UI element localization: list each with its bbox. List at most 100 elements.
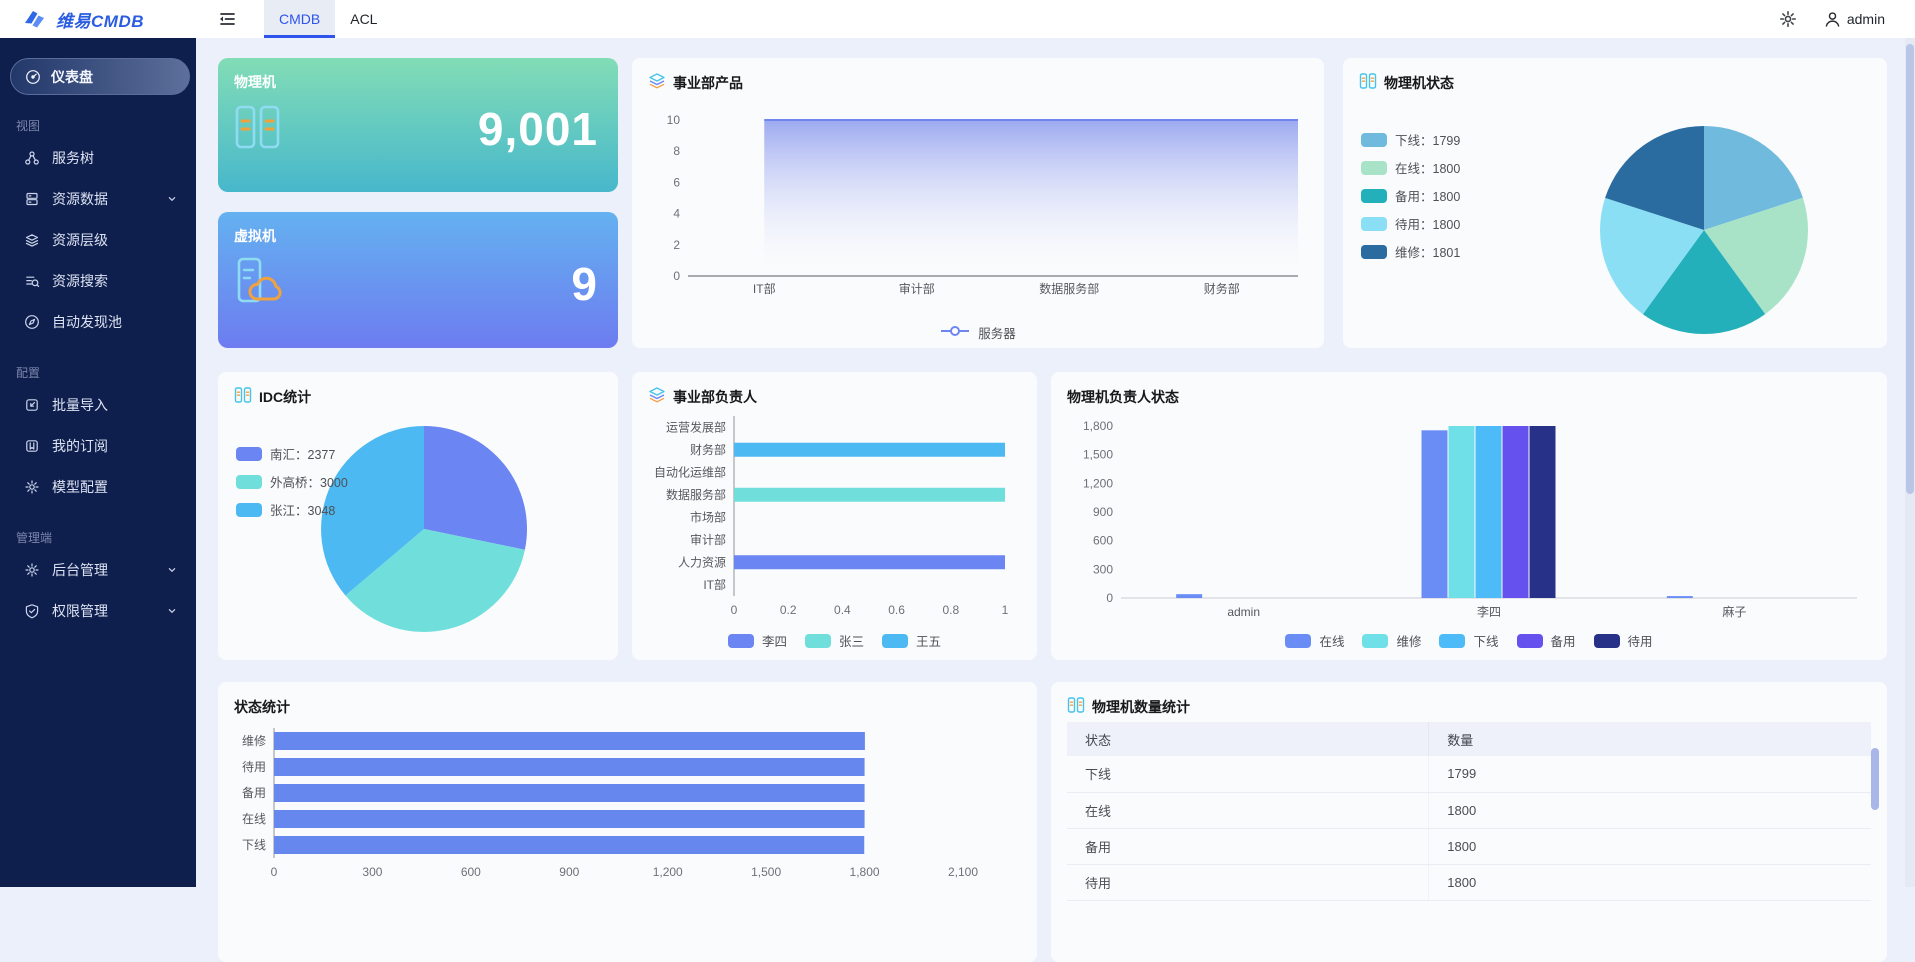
- sidebar-item-model-config[interactable]: 模型配置: [0, 466, 196, 507]
- pie-slice-南汇: [424, 426, 527, 550]
- svg-text:待用: 待用: [242, 760, 266, 774]
- sidebar-item-batch-import[interactable]: 批量导入: [0, 384, 196, 425]
- sidebar-section-label: 视图: [16, 115, 196, 137]
- main-content: 物理机 9,001 虚拟机 9 事业部产品 0246810IT部审计部数据服务部…: [196, 38, 1915, 887]
- legend-item[interactable]: 外高桥：3000: [236, 472, 348, 491]
- sidebar-item-admin-backend[interactable]: 后台管理: [0, 549, 196, 590]
- svg-text:600: 600: [1093, 534, 1113, 548]
- svg-text:下线: 下线: [242, 838, 266, 852]
- legend-item[interactable]: 待用：1800: [1361, 214, 1460, 233]
- stat-card-value: 9,001: [478, 102, 598, 156]
- legend-swatch: [1439, 634, 1465, 648]
- bar-数据服务部: [734, 488, 1005, 502]
- server-rack-icon: [234, 386, 252, 409]
- legend-swatch: [1361, 161, 1387, 175]
- legend-item[interactable]: 张江：3048: [236, 500, 348, 519]
- bar-待用: [274, 758, 865, 776]
- legend-item[interactable]: 备用: [1517, 631, 1576, 650]
- sidebar-item-label: 资源搜索: [52, 271, 108, 291]
- svg-text:0: 0: [271, 865, 278, 879]
- svg-text:1: 1: [1002, 603, 1009, 617]
- table-scrollbar-thumb[interactable]: [1871, 748, 1879, 810]
- app-logo[interactable]: 维易CMDB: [0, 7, 196, 32]
- legend-item[interactable]: 下线: [1439, 631, 1498, 650]
- svg-text:财务部: 财务部: [1204, 281, 1240, 296]
- physical-server-icon: [234, 104, 284, 155]
- legend-item[interactable]: 服务器: [940, 323, 1016, 342]
- legend-item[interactable]: 在线: [1285, 631, 1344, 650]
- bar-admin-在线: [1176, 594, 1202, 598]
- chevron-down-icon: [166, 605, 178, 617]
- card-title-text: 事业部负责人: [673, 387, 757, 407]
- auto-discovery-icon: [24, 314, 40, 330]
- legend-item[interactable]: 维修: [1362, 631, 1421, 650]
- page-scrollbar-thumb[interactable]: [1906, 44, 1914, 494]
- sidebar-item-resource-search[interactable]: 资源搜索: [0, 260, 196, 301]
- bar-麻子-在线: [1667, 596, 1693, 598]
- chart-legend: 下线：1799 在线：1800 备用：1800 待用：1800 维修：1801: [1361, 130, 1460, 261]
- legend-item[interactable]: 待用: [1594, 631, 1653, 650]
- table-cell: 在线: [1067, 792, 1429, 828]
- legend-item[interactable]: 维修：1801: [1361, 242, 1460, 261]
- bar-李四-下线: [1476, 426, 1502, 598]
- sidebar-item-label: 批量导入: [52, 395, 108, 415]
- tab-acl[interactable]: ACL: [335, 0, 392, 38]
- svg-text:1,200: 1,200: [1083, 476, 1113, 490]
- legend-item[interactable]: 南汇：2377: [236, 444, 348, 463]
- table-cell: 待用: [1067, 864, 1429, 900]
- sidebar-item-permission[interactable]: 权限管理: [0, 590, 196, 631]
- table-cell: 备用: [1067, 828, 1429, 864]
- sidebar-item-resource-data[interactable]: 资源数据: [0, 178, 196, 219]
- svg-text:2,100: 2,100: [948, 865, 978, 879]
- table-row: 待用1800: [1067, 864, 1871, 900]
- tab-cmdb[interactable]: CMDB: [264, 0, 335, 38]
- legend-swatch: [1361, 133, 1387, 147]
- stat-card-virtual-machine[interactable]: 虚拟机 9: [218, 212, 618, 348]
- card-title: 物理机负责人状态: [1067, 386, 1871, 408]
- legend-item[interactable]: 李四: [728, 631, 787, 650]
- sidebar-item-dashboard[interactable]: 仪表盘: [10, 58, 190, 95]
- settings-gear-icon[interactable]: [1779, 10, 1797, 28]
- card-title: 物理机数量统计: [1067, 696, 1871, 718]
- card-title: 物理机状态: [1359, 72, 1871, 94]
- table-header-row: 状态数量: [1067, 722, 1871, 756]
- legend-swatch: [236, 503, 262, 517]
- table-column-header: 状态: [1067, 722, 1429, 756]
- dept-owner-svg: 运营发展部财务部自动化运维部数据服务部市场部审计部人力资源IT部00.20.40…: [648, 412, 1021, 624]
- sidebar-item-resource-levels[interactable]: 资源层级: [0, 219, 196, 260]
- legend-item[interactable]: 张三: [805, 631, 864, 650]
- legend-label: 服务器: [978, 323, 1016, 342]
- chart-legend: 服务器: [648, 323, 1308, 342]
- legend-label: 张江：3048: [270, 500, 335, 519]
- svg-text:1,500: 1,500: [1083, 448, 1113, 462]
- sidebar-section-label: 配置: [16, 362, 196, 384]
- sidebar-collapse-button[interactable]: [212, 4, 242, 34]
- card-dept-owner: 事业部负责人 运营发展部财务部自动化运维部数据服务部市场部审计部人力资源IT部0…: [632, 372, 1037, 660]
- card-physical-status: 物理机状态 下线：1799 在线：1800 备用：1800 待用：1800 维修：180…: [1343, 58, 1887, 348]
- legend-item[interactable]: 在线：1800: [1361, 158, 1460, 177]
- legend-swatch: [236, 447, 262, 461]
- svg-text:6: 6: [673, 175, 680, 189]
- stat-card-physical-machine[interactable]: 物理机 9,001: [218, 58, 618, 192]
- table-cell: 1800: [1429, 864, 1871, 900]
- card-title-text: 状态统计: [234, 697, 290, 717]
- server-rack-icon: [1067, 696, 1085, 719]
- svg-text:财务部: 财务部: [690, 442, 726, 457]
- logo-icon: [22, 8, 48, 30]
- sidebar-item-auto-discovery[interactable]: 自动发现池: [0, 301, 196, 342]
- sidebar-item-subscription[interactable]: 我的订阅: [0, 425, 196, 466]
- legend-label: 外高桥：3000: [270, 472, 348, 491]
- user-menu[interactable]: admin: [1823, 10, 1885, 29]
- owner-status-bar-chart: 03006009001,2001,5001,800admin李四麻子在线维修下线…: [1067, 412, 1871, 650]
- chart-legend: 在线维修下线备用待用: [1067, 631, 1871, 650]
- bar-维修: [274, 732, 865, 750]
- legend-item[interactable]: 王五: [882, 631, 941, 650]
- legend-item[interactable]: 备用：1800: [1361, 186, 1460, 205]
- card-idc-stats: IDC统计 南汇：2377外高桥：3000张江：3048: [218, 372, 618, 660]
- table-column-header: 数量: [1429, 722, 1871, 756]
- legend-item[interactable]: 下线：1799: [1361, 130, 1460, 149]
- batch-import-icon: [24, 397, 40, 413]
- sidebar-item-service-tree[interactable]: 服务树: [0, 137, 196, 178]
- owner-status-svg: 03006009001,2001,5001,800admin李四麻子: [1067, 412, 1871, 624]
- legend-label: 张三: [839, 631, 864, 650]
